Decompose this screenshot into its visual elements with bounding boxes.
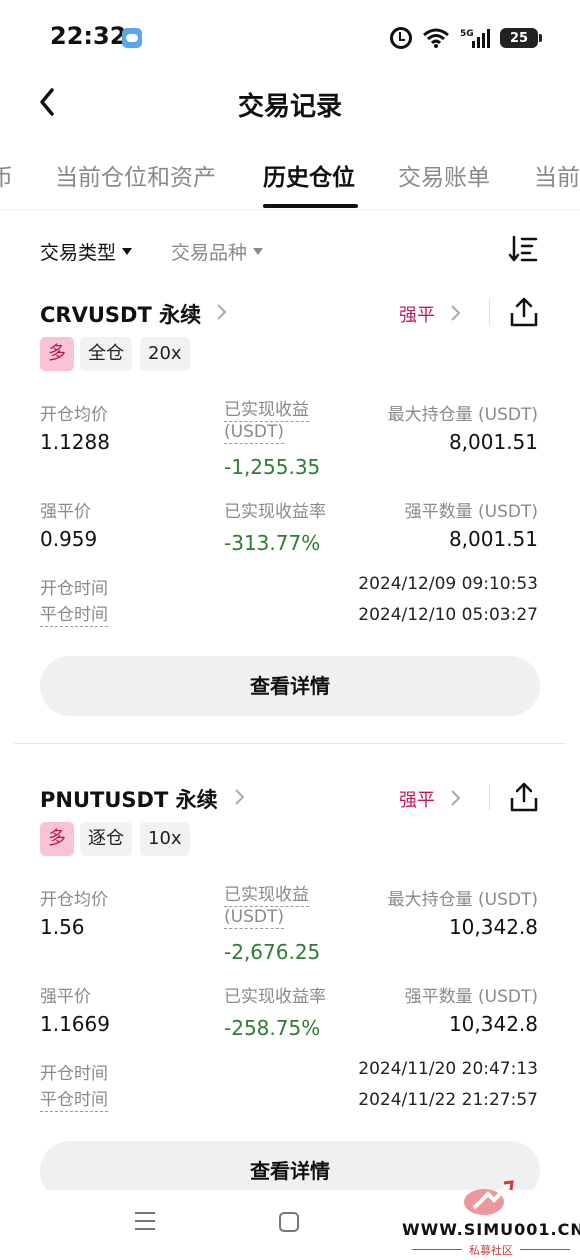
chevron-right-icon[interactable] xyxy=(214,299,230,325)
watermark-line xyxy=(520,1249,570,1250)
realized-rate-label: 已实现收益率 xyxy=(224,502,326,522)
realized-rate-label: 已实现收益率 xyxy=(224,987,326,1007)
realized-pnl-value: -2,676.25 xyxy=(224,940,321,964)
margin-mode-tag: 全仓 xyxy=(80,337,132,371)
liq-price-label: 强平价 xyxy=(40,987,91,1007)
liq-qty-label: 强平数量 (USDT) xyxy=(404,987,538,1007)
position-symbol[interactable]: CRVUSDT 永续 xyxy=(40,299,201,329)
close-time-label[interactable]: 平仓时间 xyxy=(40,605,108,627)
open-time-label: 开仓时间 xyxy=(40,1064,108,1084)
signal-5g-icon: 5G xyxy=(460,27,490,49)
max-position-label: 最大持仓量 (USDT) xyxy=(387,890,538,910)
close-time-label[interactable]: 平仓时间 xyxy=(40,1090,108,1112)
caret-down-icon xyxy=(122,248,133,255)
liquidation-status[interactable]: 强平 xyxy=(399,301,435,327)
avg-open-label: 开仓均价 xyxy=(40,405,108,425)
open-time-value: 2024/12/09 09:10:53 xyxy=(358,574,538,594)
filter-trade-type-label: 交易类型 xyxy=(40,242,117,264)
chevron-right-icon[interactable] xyxy=(232,784,248,810)
position-symbol[interactable]: PNUTUSDT 永续 xyxy=(40,784,218,814)
status-bar: 22:32 5G 25 xyxy=(0,0,580,70)
tab-history-positions[interactable]: 历史仓位 xyxy=(263,158,355,192)
tab-bar: 币 当前仓位和资产 历史仓位 交易账单 当前 xyxy=(0,150,580,210)
avg-open-label: 开仓均价 xyxy=(40,890,108,910)
battery-icon: 25 xyxy=(500,28,542,48)
caret-down-icon xyxy=(253,248,264,255)
open-time-value: 2024/11/20 20:47:13 xyxy=(358,1059,538,1079)
realized-pnl-label[interactable]: 已实现收益 xyxy=(224,885,309,907)
card-divider xyxy=(14,743,566,744)
leverage-tag: 10x xyxy=(140,822,190,856)
realized-pnl-value: -1,255.35 xyxy=(224,455,321,479)
liq-price-value: 0.959 xyxy=(40,527,98,551)
max-position-label: 最大持仓量 (USDT) xyxy=(387,405,538,425)
liq-qty-label: 强平数量 (USDT) xyxy=(404,502,538,522)
network-type: 5G xyxy=(460,29,474,39)
chevron-right-icon[interactable] xyxy=(449,301,463,325)
margin-mode-tag: 逐仓 xyxy=(80,822,132,856)
home-icon[interactable] xyxy=(279,1212,299,1232)
close-time-value: 2024/12/10 05:03:27 xyxy=(358,605,538,625)
chevron-right-icon[interactable] xyxy=(449,786,463,810)
avg-open-value: 1.1288 xyxy=(40,430,110,454)
realized-rate-value: -258.75% xyxy=(224,1016,321,1040)
watermark-url: WWW.SIMU001.CN xyxy=(402,1220,580,1239)
position-card: PNUTUSDT 永续 强平 多 逐仓 10x 开仓均价 1.56 已实现收益 … xyxy=(0,770,580,1240)
direction-tag: 多 xyxy=(40,337,74,371)
filter-symbol-label: 交易品种 xyxy=(171,242,248,264)
active-tab-indicator xyxy=(263,204,358,208)
page-title: 交易记录 xyxy=(237,92,342,122)
filter-trade-type[interactable]: 交易类型 xyxy=(40,238,133,265)
watermark: WWW.SIMU001.CN 私募社区 xyxy=(402,1176,580,1260)
watermark-subtitle: 私募社区 xyxy=(469,1244,513,1257)
open-time-label: 开仓时间 xyxy=(40,579,108,599)
max-position-value: 10,342.8 xyxy=(448,915,538,939)
status-time: 22:32 xyxy=(50,22,127,50)
direction-tag: 多 xyxy=(40,822,74,856)
realized-pnl-label[interactable]: 已实现收益 xyxy=(224,400,309,422)
share-icon[interactable] xyxy=(509,781,539,813)
divider xyxy=(489,299,490,325)
weather-app-icon xyxy=(122,28,142,48)
liq-price-value: 1.1669 xyxy=(40,1012,110,1036)
liquidation-status[interactable]: 强平 xyxy=(399,786,435,812)
tab-current-orders[interactable]: 当前 xyxy=(534,158,580,192)
liq-qty-value: 8,001.51 xyxy=(448,527,538,551)
divider xyxy=(489,784,490,810)
view-details-button[interactable]: 查看详情 xyxy=(40,656,540,716)
alarm-icon xyxy=(390,27,412,49)
status-icons: 5G 25 xyxy=(390,26,542,50)
close-time-value: 2024/11/22 21:27:57 xyxy=(358,1090,538,1110)
menu-icon[interactable] xyxy=(134,1210,156,1232)
max-position-value: 8,001.51 xyxy=(448,430,538,454)
liq-price-label: 强平价 xyxy=(40,502,91,522)
share-icon[interactable] xyxy=(509,296,539,328)
position-card: CRVUSDT 永续 强平 多 全仓 20x 开仓均价 1.1288 已实现收益… xyxy=(0,285,580,755)
avg-open-value: 1.56 xyxy=(40,915,85,939)
tab-coin[interactable]: 币 xyxy=(0,158,13,192)
leverage-tag: 20x xyxy=(140,337,190,371)
tab-current-positions-assets[interactable]: 当前仓位和资产 xyxy=(55,158,216,192)
filter-symbol[interactable]: 交易品种 xyxy=(171,238,264,265)
realized-pnl-unit[interactable]: (USDT) xyxy=(224,422,284,444)
liq-qty-value: 10,342.8 xyxy=(448,1012,538,1036)
realized-pnl-unit[interactable]: (USDT) xyxy=(224,907,284,929)
tab-trade-bills[interactable]: 交易账单 xyxy=(398,158,490,192)
wifi-icon xyxy=(422,27,450,49)
watermark-logo-icon xyxy=(460,1178,520,1218)
sort-icon[interactable] xyxy=(508,234,538,264)
realized-rate-value: -313.77% xyxy=(224,531,321,555)
